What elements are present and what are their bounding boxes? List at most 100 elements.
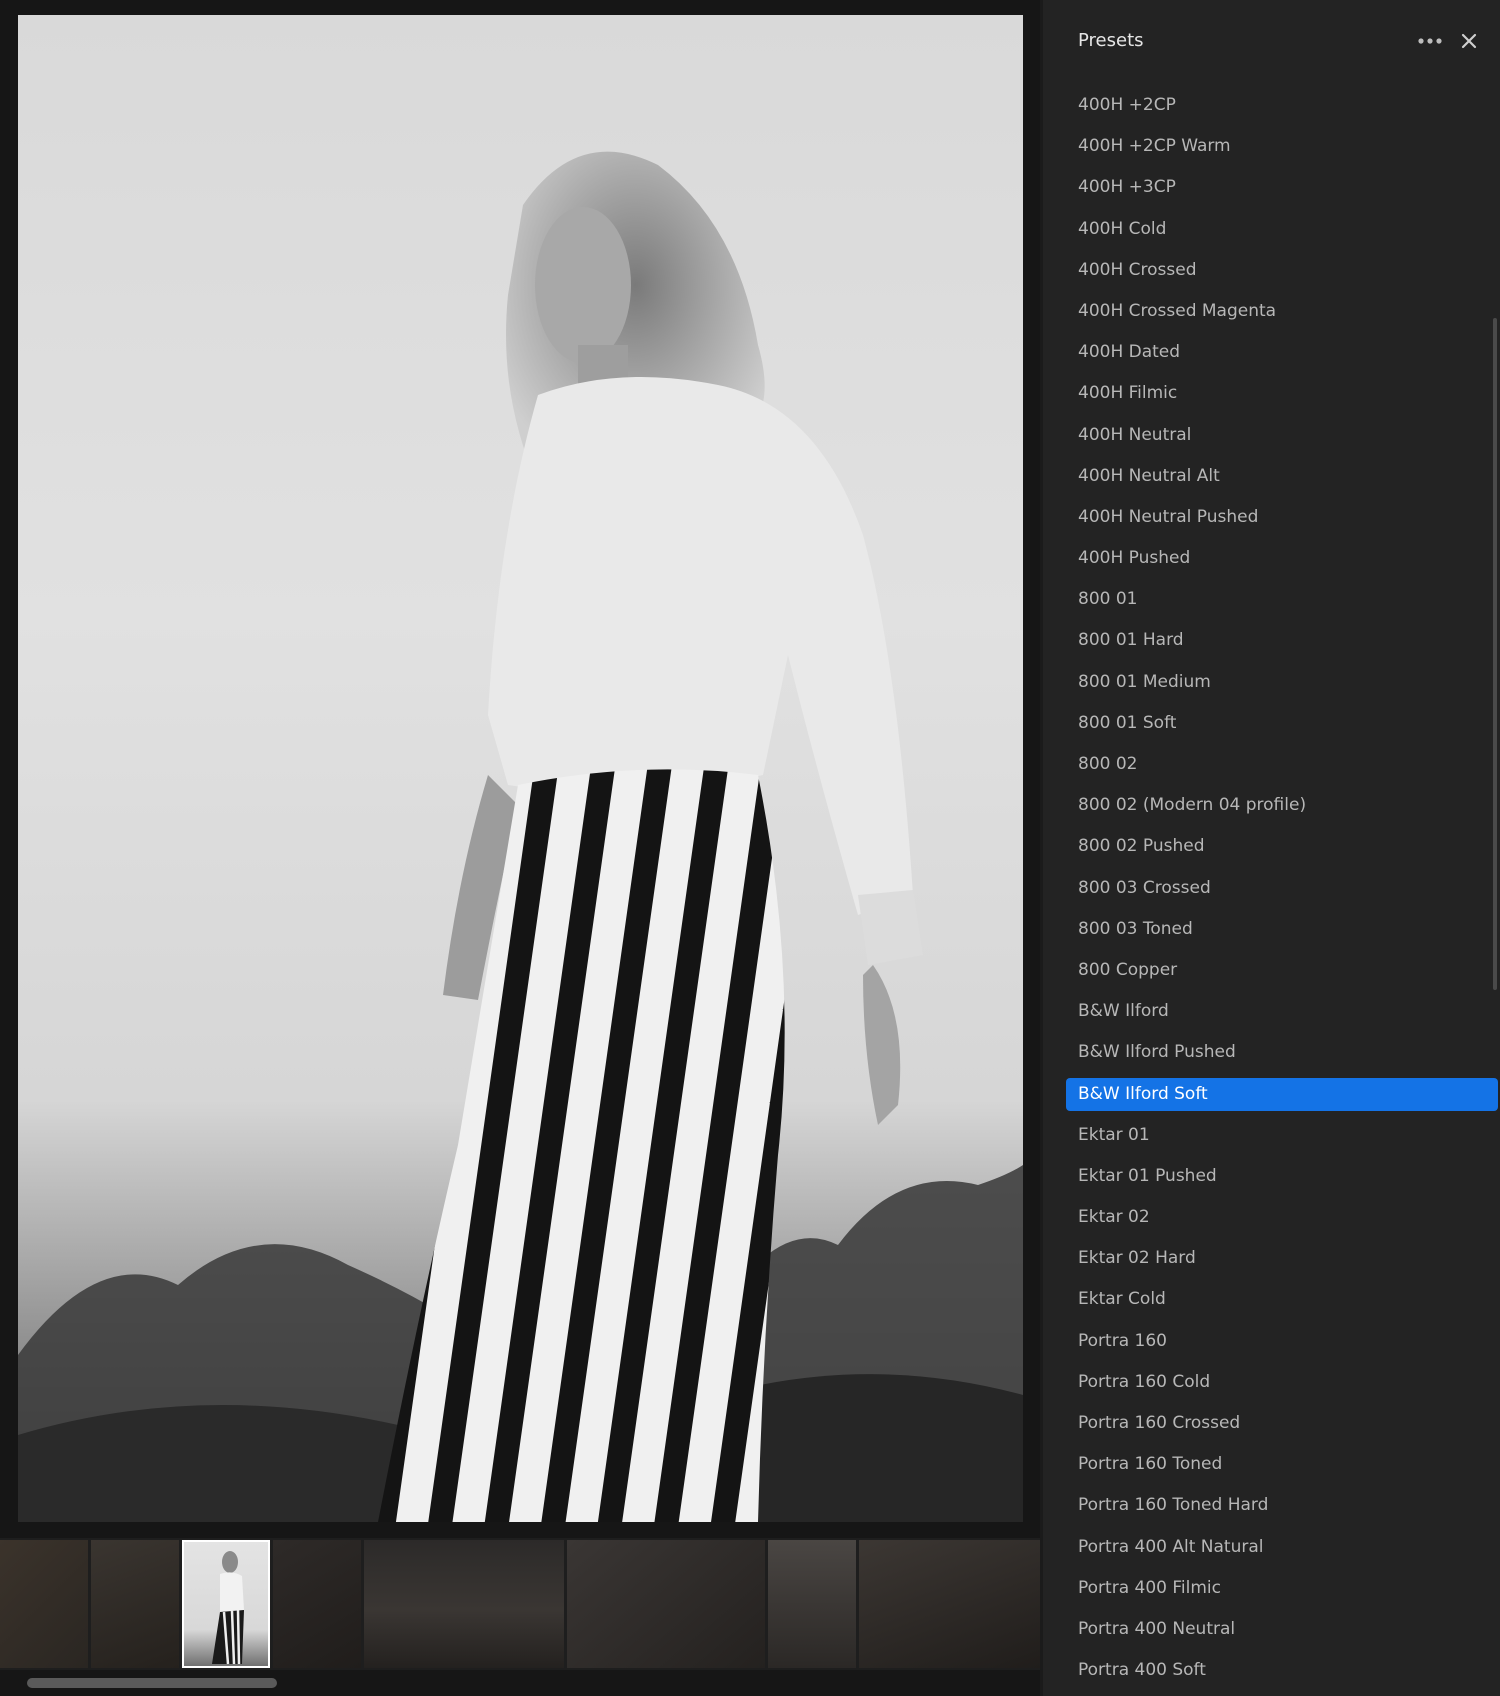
- preset-label: 800 02 (Modern 04 profile): [1078, 795, 1307, 816]
- preset-item[interactable]: 400H +3CP: [1043, 167, 1483, 208]
- filmstrip-thumbnail-selected[interactable]: [182, 1540, 270, 1668]
- preset-item[interactable]: 400H Crossed: [1043, 250, 1483, 291]
- preset-label: Portra 160 Toned: [1078, 1454, 1223, 1475]
- preset-label: Ektar 02: [1078, 1207, 1150, 1228]
- preset-item[interactable]: 400H Filmic: [1043, 373, 1483, 414]
- preset-item[interactable]: Portra 160 Crossed: [1043, 1403, 1483, 1444]
- preset-label: 800 03 Crossed: [1078, 877, 1211, 898]
- photo-viewer: [0, 0, 1040, 1696]
- preset-item[interactable]: Ektar 02 Hard: [1043, 1238, 1483, 1279]
- preset-label: 400H Cold: [1078, 218, 1167, 239]
- preset-item[interactable]: 800 03 Crossed: [1043, 868, 1483, 909]
- preset-item[interactable]: 800 01: [1043, 579, 1483, 620]
- filmstrip-thumbnail[interactable]: [567, 1540, 765, 1668]
- preset-label: 400H +2CP Warm: [1078, 136, 1231, 157]
- preset-item[interactable]: 400H Neutral: [1043, 415, 1483, 456]
- preset-label: Ektar 01 Pushed: [1078, 1165, 1217, 1186]
- preset-label: 400H Neutral Alt: [1078, 465, 1220, 486]
- preset-label: 800 02: [1078, 754, 1138, 774]
- preset-item[interactable]: 400H +2CP: [1043, 85, 1483, 126]
- preset-item[interactable]: 400H Neutral Pushed: [1043, 497, 1483, 538]
- preset-item[interactable]: Portra 160 Cold: [1043, 1362, 1483, 1403]
- preset-label: B&W Ilford Soft: [1078, 1083, 1208, 1104]
- preset-label: Portra 400 Filmic: [1078, 1577, 1221, 1598]
- preset-item[interactable]: 800 01 Hard: [1043, 620, 1483, 661]
- filmstrip: [0, 1538, 1040, 1670]
- preset-label: Portra 160: [1078, 1330, 1167, 1351]
- preset-label: 800 01 Soft: [1078, 712, 1177, 733]
- preset-label: 400H Pushed: [1078, 548, 1191, 569]
- preset-label: 400H Filmic: [1078, 383, 1178, 404]
- preset-label: 800 01 Medium: [1078, 671, 1211, 692]
- preset-label: B&W Ilford Pushed: [1078, 1042, 1236, 1063]
- preset-item[interactable]: Ektar 02: [1043, 1197, 1483, 1238]
- preset-item[interactable]: 800 Copper: [1043, 950, 1483, 991]
- filmstrip-thumbnail[interactable]: [273, 1540, 361, 1668]
- preset-label: Portra 400 Neutral: [1078, 1618, 1236, 1639]
- preset-label: B&W Ilford: [1078, 1001, 1169, 1022]
- preset-label: 400H Neutral Pushed: [1078, 506, 1259, 527]
- preset-item[interactable]: Portra 160 Toned Hard: [1043, 1485, 1483, 1526]
- panel-header: Presets: [1043, 0, 1500, 84]
- preset-item[interactable]: 400H Crossed Magenta: [1043, 291, 1483, 332]
- preset-label: 800 02 Pushed: [1078, 836, 1205, 857]
- filmstrip-thumbnail[interactable]: [859, 1540, 1040, 1668]
- preset-item[interactable]: Ektar 01: [1043, 1115, 1483, 1156]
- preset-item[interactable]: 400H Dated: [1043, 332, 1483, 373]
- preset-item[interactable]: Portra 160 Toned: [1043, 1444, 1483, 1485]
- preset-label: Portra 400 Alt Natural: [1078, 1536, 1264, 1557]
- preset-item[interactable]: Ektar 01 Pushed: [1043, 1156, 1483, 1197]
- preset-label: Portra 160 Crossed: [1078, 1413, 1241, 1433]
- preset-label: Ektar Cold: [1078, 1289, 1166, 1310]
- preset-item[interactable]: 800 02: [1043, 744, 1483, 785]
- preset-label: Portra 160 Toned Hard: [1078, 1495, 1269, 1516]
- preset-label: 800 03 Toned: [1078, 918, 1193, 939]
- preset-item[interactable]: 800 02 (Modern 04 profile): [1043, 785, 1483, 826]
- preset-list: 400H +2CP 400H +2CP Warm 400H +3CP 400H Col…: [1043, 85, 1498, 1691]
- preset-item[interactable]: 400H Pushed: [1043, 538, 1483, 579]
- preset-label: 800 01: [1078, 589, 1138, 610]
- filmstrip-thumbnail[interactable]: [768, 1540, 856, 1668]
- preset-item[interactable]: B&W Ilford Pushed: [1043, 1032, 1483, 1073]
- preset-item[interactable]: 800 03 Toned: [1043, 909, 1483, 950]
- presets-panel: Presets 400H +2CP 400H +2CP Warm 400H +3CP…: [1043, 0, 1500, 1696]
- close-panel-button[interactable]: [1454, 26, 1484, 56]
- filmstrip-thumbnail[interactable]: [0, 1540, 88, 1668]
- preset-item[interactable]: 400H Neutral Alt: [1043, 456, 1483, 497]
- panel-title: Presets: [1078, 30, 1144, 51]
- more-horizontal-icon: [1418, 38, 1442, 44]
- filmstrip-scrollbar[interactable]: [0, 1678, 1040, 1688]
- preset-item[interactable]: 400H +2CP Warm: [1043, 126, 1483, 167]
- preset-label: 400H Crossed: [1078, 259, 1197, 280]
- filmstrip-thumbnail[interactable]: [91, 1540, 179, 1668]
- preset-item[interactable]: Portra 400 Neutral: [1043, 1609, 1483, 1650]
- preset-label: 400H Dated: [1078, 342, 1181, 363]
- preset-item[interactable]: Portra 160: [1043, 1321, 1483, 1362]
- close-icon: [1461, 33, 1477, 49]
- preset-label: Portra 160 Cold: [1078, 1371, 1211, 1392]
- preset-label: 800 01 Hard: [1078, 630, 1184, 651]
- preset-item[interactable]: 800 01 Medium: [1043, 662, 1483, 703]
- preset-item[interactable]: 800 01 Soft: [1043, 703, 1483, 744]
- preset-label: Ektar 02 Hard: [1078, 1248, 1196, 1269]
- preset-item[interactable]: Ektar Cold: [1043, 1279, 1483, 1320]
- preset-item[interactable]: Portra 400 Filmic: [1043, 1568, 1483, 1609]
- preset-item[interactable]: Portra 400 Alt Natural: [1043, 1527, 1483, 1568]
- preset-item[interactable]: 400H Cold: [1043, 209, 1483, 250]
- preset-label: 400H Neutral: [1078, 424, 1192, 445]
- preset-label: Ektar 01: [1078, 1124, 1150, 1145]
- preset-label: Portra 400 Soft: [1078, 1660, 1206, 1681]
- more-options-button[interactable]: [1414, 26, 1448, 56]
- preset-item[interactable]: Portra 400 Soft: [1043, 1650, 1483, 1691]
- preset-label: 400H +2CP: [1078, 95, 1176, 115]
- preset-item-selected[interactable]: B&W Ilford Soft: [1043, 1074, 1498, 1115]
- main-photo: [18, 15, 1023, 1522]
- filmstrip-scrollbar-thumb[interactable]: [27, 1678, 277, 1688]
- preset-label: 400H Crossed Magenta: [1078, 300, 1277, 321]
- preset-list-scrollbar[interactable]: [1493, 318, 1497, 990]
- filmstrip-thumbnail[interactable]: [364, 1540, 564, 1668]
- preset-label: 400H +3CP: [1078, 177, 1176, 198]
- preset-item[interactable]: B&W Ilford: [1043, 991, 1483, 1032]
- photo-illustration: [18, 151, 1023, 1522]
- preset-item[interactable]: 800 02 Pushed: [1043, 826, 1483, 867]
